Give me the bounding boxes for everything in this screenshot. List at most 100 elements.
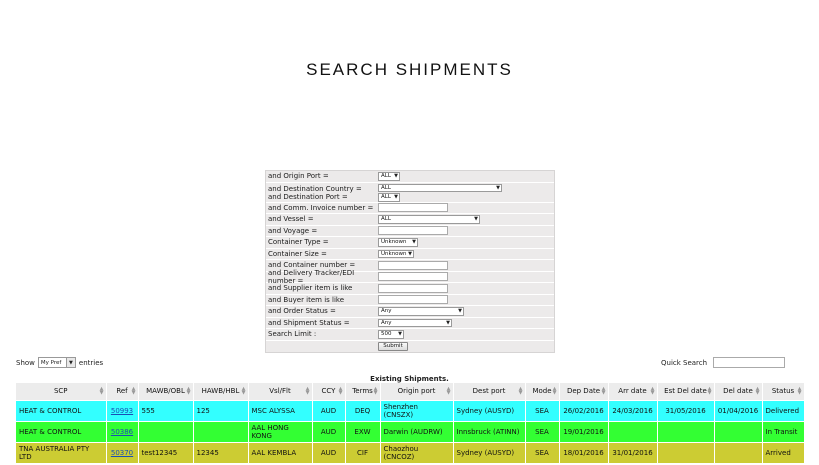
table-cell [138,420,194,442]
column-header[interactable]: Terms ▲ ▼ [345,383,381,400]
column-header-label: CCY [321,387,336,396]
destination-country-select[interactable]: ALL ▼ [378,183,502,192]
table-cell: SEA [525,420,560,442]
supplier-item-input[interactable] [378,283,448,293]
chevron-down-icon: ▼ [412,239,416,246]
quick-search-input[interactable] [713,357,786,368]
table-cell [657,420,715,442]
table-cell: 31/05/2016 [657,399,715,421]
container-size-select[interactable]: Unknown ▼ [378,249,414,258]
invoice-input[interactable] [378,203,448,213]
table-cell: Darwin (AUDRW) [380,420,454,442]
table-cell: Sydney (AUSYD) [453,441,526,463]
column-header[interactable]: CCY ▲ ▼ [312,383,346,400]
table-cell: HEAT & CONTROL [16,420,107,442]
column-header-label: Dest port [472,387,506,396]
table-cell: AUD [312,420,346,442]
submit-row: Submit [266,341,554,352]
table-cell: In Transit [762,420,805,442]
shipment-status-select[interactable]: Any ▼ [378,318,452,327]
column-header-label: Status [771,387,795,396]
column-header-label: SCP [53,387,68,396]
origin-port-select[interactable]: ALL ▼ [378,172,400,181]
table-row[interactable]: HEAT & CONTROL 50993 555 125 MSC ALYSSA AUD DE… [16,399,805,421]
container-type-row: Container Type = Unknown ▼ [266,237,554,249]
column-header[interactable]: Del date ▲ ▼ [714,383,763,400]
quick-search-label: Quick Search [661,358,708,367]
table-cell [714,420,763,442]
column-header-label: Ref [116,387,128,396]
voyage-row: and Voyage = [266,226,554,237]
chevron-down-icon: ▼ [458,308,462,315]
table-cell: Delivered [762,399,805,421]
table-cell: HEAT & CONTROL [16,399,107,421]
voyage-input[interactable] [378,226,448,236]
table-cell: 12345 [193,441,249,463]
column-header[interactable]: Dest port ▲ ▼ [453,383,526,400]
table-cell: 26/02/2016 [559,399,609,421]
column-header[interactable]: Arr date ▲ ▼ [608,383,658,400]
table-cell: SEA [525,399,560,421]
delivery-tracker-label: and Delivery Tracker/EDI number = [268,268,355,285]
chevron-down-icon: ▼ [446,319,450,326]
vessel-select[interactable]: ALL ▼ [378,215,480,224]
shipment-ref-link[interactable]: 50386 [111,428,133,436]
delivery-tracker-input[interactable] [378,272,448,282]
sort-icon: ▲ ▼ [518,386,523,396]
submit-button[interactable]: Submit [378,341,408,351]
sort-icon: ▲ ▼ [305,386,310,396]
invoice-label: and Comm. Invoice number = [268,203,374,212]
sort-icon: ▲ ▼ [241,386,246,396]
column-header[interactable]: Ref ▲ ▼ [106,383,139,400]
container-number-input[interactable] [378,260,448,270]
origin-port-label: and Origin Port = [268,172,329,181]
table-cell: 50370 [106,441,139,463]
sort-icon: ▲ ▼ [707,386,712,396]
column-header[interactable]: Status ▲ ▼ [762,383,805,400]
table-cell: 50386 [106,420,139,442]
table-cell: 18/01/2016 [559,441,609,463]
search-limit-select[interactable]: 500 ▼ [378,330,404,339]
destination-row: and Destination Country = and Destinatio… [266,183,554,203]
column-header[interactable]: Origin port ▲ ▼ [380,383,454,400]
column-header-label: MAWB/OBL [146,387,185,396]
column-header[interactable]: Vsl/Flt ▲ ▼ [248,383,313,400]
chevron-down-icon: ▼ [65,358,75,367]
shipment-ref-link[interactable]: 50370 [111,449,133,457]
table-header-row: SCP ▲ ▼ Ref ▲ ▼ MAWB/OBL ▲ ▼ HAWB/HBL ▲ ▼ Vsl/Flt ▲ ▼ C… [16,383,805,400]
table-row[interactable]: HEAT & CONTROL 50386 AAL HONG KONG AUD EXW Da… [16,420,805,442]
table-cell [193,420,249,442]
voyage-label: and Voyage = [268,226,318,235]
quick-search: Quick Search [661,357,786,368]
table-cell: Chaozhou (CNCOZ) [380,441,454,463]
order-status-select[interactable]: Any ▼ [378,307,464,316]
page-title: SEARCH SHIPMENTS [306,60,513,79]
table-cell [657,441,715,463]
column-header[interactable]: Dep Date ▲ ▼ [559,383,609,400]
chevron-down-icon: ▼ [496,184,500,191]
table-row[interactable]: TNA AUSTRALIA PTY LTD 50370 test12345 12345… [16,441,805,463]
entries-length-control: Show My Pref ▼ entries [16,357,103,368]
table-cell: Shenzhen (CNSZX) [380,399,454,421]
column-header[interactable]: Est Del date ▲ ▼ [657,383,715,400]
column-header[interactable]: HAWB/HBL ▲ ▼ [193,383,249,400]
shipment-ref-link[interactable]: 50993 [111,407,133,415]
invoice-row: and Comm. Invoice number = [266,203,554,214]
column-header[interactable]: Mode ▲ ▼ [525,383,560,400]
buyer-item-input[interactable] [378,295,448,305]
container-type-select[interactable]: Unknown ▼ [378,238,418,247]
column-header-label: Origin port [397,387,436,396]
container-type-label: Container Type = [268,238,329,247]
sort-icon: ▲ ▼ [797,386,802,396]
search-limit-row: Search Limit : 500 ▼ [266,329,554,341]
entries-length-select[interactable]: My Pref ▼ [37,357,76,368]
column-header[interactable]: SCP ▲ ▼ [16,383,107,400]
column-header[interactable]: MAWB/OBL ▲ ▼ [138,383,194,400]
shipment-status-row: and Shipment Status = Any ▼ [266,318,554,329]
delivery-tracker-row: and Delivery Tracker/EDI number = [266,268,554,285]
table-cell: CIF [345,441,381,463]
chevron-down-icon: ▼ [408,250,412,257]
table-cell: 555 [138,399,194,421]
destination-port-select[interactable]: ALL ▼ [378,193,400,202]
column-header-label: Arr date [618,387,647,396]
